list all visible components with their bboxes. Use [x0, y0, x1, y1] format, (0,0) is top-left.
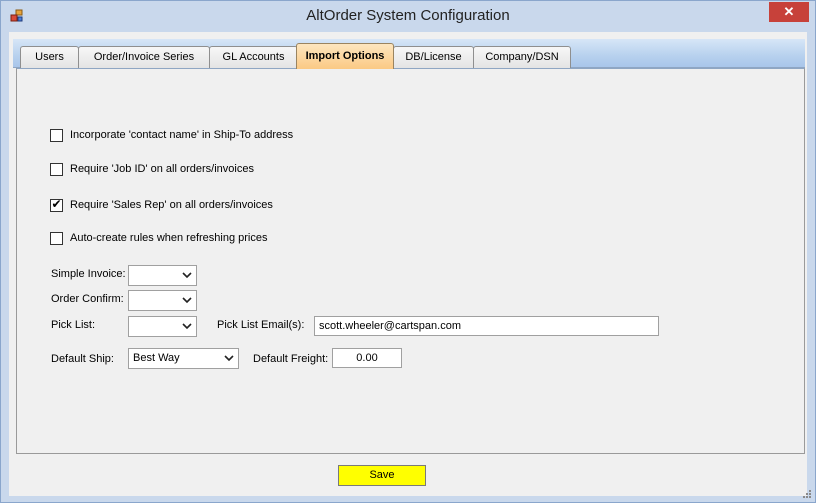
- option-label: Require 'Sales Rep' on all orders/invoic…: [70, 199, 273, 211]
- client-area: Users Order/Invoice Series GL Accounts I…: [9, 32, 807, 496]
- default-ship-select[interactable]: Best Way: [128, 348, 239, 369]
- pick-list-select[interactable]: [128, 316, 197, 337]
- default-freight-input[interactable]: [333, 349, 401, 367]
- option-label: Incorporate 'contact name' in Ship-To ad…: [70, 129, 294, 141]
- pick-list-email-field[interactable]: [314, 316, 659, 336]
- tab-company-dsn[interactable]: Company/DSN: [473, 46, 571, 68]
- import-options-panel: Incorporate 'contact name' in Ship-To ad…: [16, 68, 805, 454]
- pick-list-email-input[interactable]: [315, 317, 658, 335]
- pick-list-email-label: Pick List Email(s):: [217, 319, 305, 331]
- close-button[interactable]: ✕: [769, 2, 809, 22]
- chevron-down-icon: [224, 355, 234, 362]
- tab-label: Company/DSN: [485, 51, 559, 63]
- option-label: Require 'Job ID' on all orders/invoices: [70, 163, 254, 175]
- require-job-id-checkbox[interactable]: [50, 162, 63, 176]
- option-auto-create-rules[interactable]: Auto-create rules when refreshing prices: [50, 230, 267, 246]
- contact-name-checkbox[interactable]: [50, 128, 63, 142]
- chevron-down-icon: [182, 297, 192, 304]
- tab-db-license[interactable]: DB/License: [393, 46, 474, 68]
- tab-label: Order/Invoice Series: [93, 51, 195, 63]
- tab-label: DB/License: [405, 51, 462, 63]
- chevron-down-icon: [182, 272, 192, 279]
- chevron-down-icon: [182, 323, 192, 330]
- simple-invoice-label: Simple Invoice:: [51, 268, 126, 280]
- order-confirm-select[interactable]: [128, 290, 197, 311]
- order-confirm-label: Order Confirm:: [51, 293, 124, 305]
- combo-value: Best Way: [133, 352, 180, 364]
- window-title: AltOrder System Configuration: [306, 7, 510, 24]
- default-ship-label: Default Ship:: [51, 353, 114, 365]
- title-bar[interactable]: AltOrder System Configuration ✕: [1, 1, 815, 32]
- tab-label: Import Options: [305, 50, 385, 62]
- option-require-sales-rep[interactable]: ✔ Require 'Sales Rep' on all orders/invo…: [50, 197, 273, 213]
- option-label: Auto-create rules when refreshing prices: [70, 232, 268, 244]
- option-require-job-id[interactable]: Require 'Job ID' on all orders/invoices: [50, 161, 254, 177]
- default-freight-label: Default Freight:: [253, 353, 329, 365]
- tab-label: Users: [35, 51, 64, 63]
- tab-order-invoice-series[interactable]: Order/Invoice Series: [78, 46, 210, 68]
- auto-create-rules-checkbox[interactable]: [50, 231, 63, 245]
- close-icon: ✕: [783, 4, 795, 19]
- resize-grip-icon[interactable]: [802, 489, 812, 499]
- tab-import-options[interactable]: Import Options: [296, 43, 394, 69]
- pick-list-label: Pick List:: [51, 319, 96, 331]
- config-window: AltOrder System Configuration ✕ Users Or…: [0, 0, 816, 503]
- simple-invoice-select[interactable]: [128, 265, 197, 286]
- check-icon: ✔: [51, 196, 62, 211]
- tab-label: GL Accounts: [222, 51, 285, 63]
- tab-users[interactable]: Users: [20, 46, 79, 68]
- tab-gl-accounts[interactable]: GL Accounts: [209, 46, 298, 68]
- require-sales-rep-checkbox[interactable]: ✔: [50, 196, 63, 212]
- default-freight-field[interactable]: [332, 348, 402, 368]
- save-button[interactable]: Save: [338, 465, 426, 486]
- option-contact-name[interactable]: Incorporate 'contact name' in Ship-To ad…: [50, 127, 293, 143]
